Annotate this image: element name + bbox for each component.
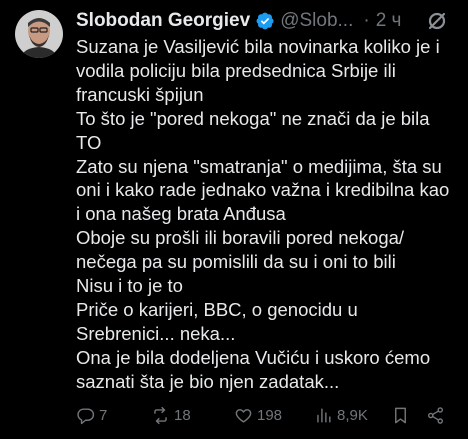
views-button[interactable]: 8,9K: [314, 406, 368, 425]
post-time[interactable]: 2 ч: [376, 10, 402, 32]
views-bar-icon: [317, 407, 331, 423]
author-handle[interactable]: @Slob...: [280, 10, 353, 32]
heart-icon: [235, 408, 252, 423]
share-button[interactable]: [426, 406, 445, 425]
post-text-line: saznati šta je bio njen zadatak...: [76, 370, 340, 392]
action-bar: 7 18 198 8,9K: [76, 402, 450, 428]
repost-icon: [154, 406, 167, 424]
post-text-line: Srebrenici... neka...: [76, 322, 236, 344]
repost-button[interactable]: 18: [151, 406, 191, 425]
views-count: 8,9K: [337, 406, 368, 424]
post-text-line: i ona našeg brata Anđusa: [76, 203, 286, 225]
avatar-image: [15, 10, 63, 58]
reply-button[interactable]: 7: [76, 406, 107, 425]
post-body: Suzana je Vasiljević bila novinarka koli…: [76, 35, 461, 394]
bookmark-icon: [395, 407, 406, 423]
like-button[interactable]: 198: [234, 406, 282, 425]
reply-count: 7: [99, 406, 108, 424]
grok-slash-icon[interactable]: [424, 9, 450, 33]
post-text-line: To što je "pored nekoga" ne znači da je …: [76, 107, 430, 129]
repost-count: 18: [174, 406, 191, 424]
post-text-line: Suzana je Vasiljević bila novinarka koli…: [76, 36, 440, 57]
reply-icon: [77, 407, 95, 424]
post-text-line: TO: [76, 131, 102, 153]
post-text-line: Zato su njena "smatranja" o medijima, št…: [76, 155, 442, 177]
post-text-line: francuski špijun: [76, 83, 204, 105]
post-header: Slobodan Georgiev @Slob... · 2 ч: [76, 9, 458, 33]
author-name[interactable]: Slobodan Georgiev: [76, 10, 250, 32]
verified-badge-icon: [255, 11, 275, 31]
post-text-line: Nisu i to je to: [76, 275, 183, 297]
like-count: 198: [257, 406, 283, 424]
separator-dot: ·: [363, 10, 370, 31]
avatar[interactable]: [15, 10, 63, 58]
post-text-line: Priče o karijeri, BBC, o genocidu u: [76, 298, 358, 320]
post-text-line: Oboje su prošli ili boravili pored nekog…: [76, 227, 405, 249]
post-text-line: vodila policiju bila predsednica Srbije …: [76, 59, 396, 81]
post-text-line: Ona je bila dodeljena Vučiću i uskoro će…: [76, 346, 431, 368]
bookmark-button[interactable]: [391, 406, 410, 425]
post-text-line: nečega pa su pomislili da su i oni to bi…: [76, 251, 396, 273]
post-text-line: oni i kako rade jednako važna i kredibil…: [76, 179, 450, 201]
share-icon: [427, 406, 444, 424]
